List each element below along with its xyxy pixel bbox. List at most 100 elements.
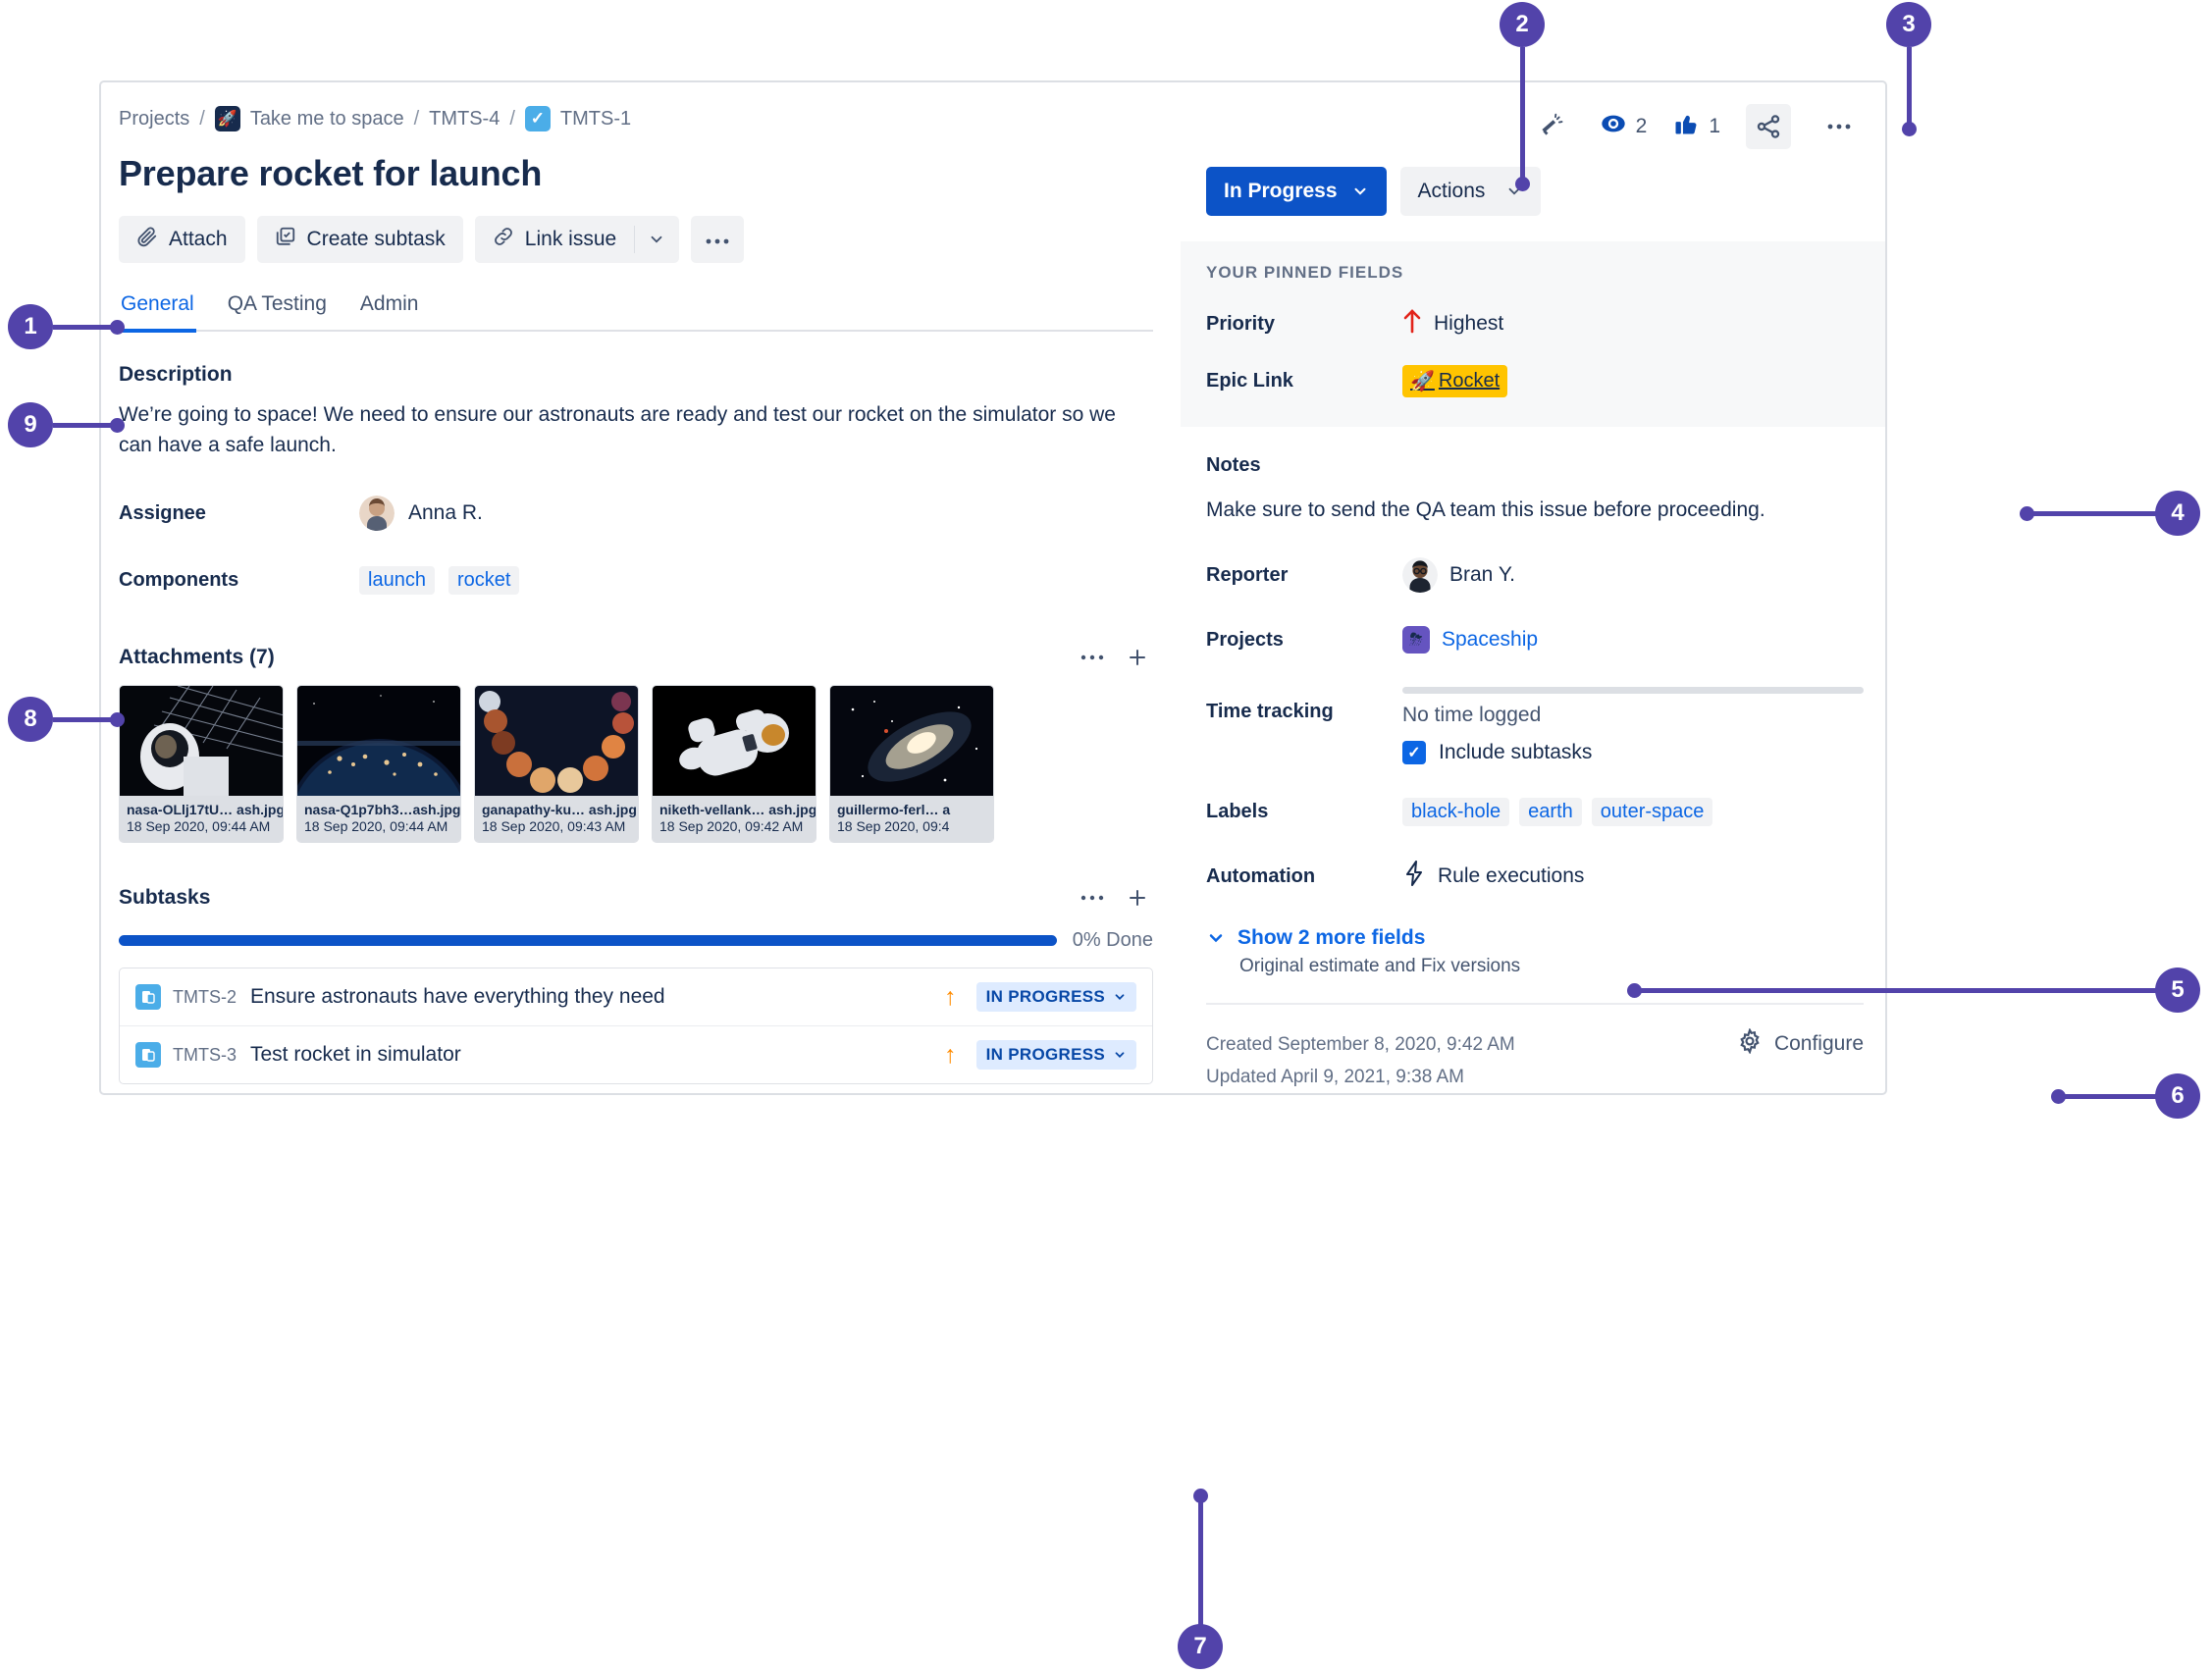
issue-detail-card: Projects / 🚀 Take me to space / TMTS-4 /… (99, 80, 1887, 1095)
tab-qa-testing[interactable]: QA Testing (226, 288, 329, 330)
attach-button-label: Attach (169, 228, 228, 250)
gear-icon (1737, 1027, 1763, 1060)
chevron-down-icon (1115, 994, 1125, 1001)
add-attachment-icon[interactable] (1126, 646, 1149, 669)
description-section: Description We’re going to space! We nee… (119, 363, 1153, 460)
time-tracking-value[interactable]: No time logged (1402, 704, 1864, 727)
table-row[interactable]: TMTS-2 Ensure astronauts have everything… (120, 968, 1152, 1025)
epic-link-value: Rocket (1438, 370, 1501, 392)
table-row[interactable]: TMTS-3 Test rocket in simulator ↑ IN PRO… (120, 1025, 1152, 1083)
attachment-thumbnail[interactable]: guillermo-ferl… a 18 Sep 2020, 09:4 (829, 685, 994, 844)
attachment-filename: niketh-vellank… ash.jpg (659, 802, 816, 818)
status-button[interactable]: In Progress (1206, 167, 1387, 216)
callout-anchor-dot (1193, 1489, 1208, 1503)
attachment-preview-image (653, 686, 816, 797)
label-chip[interactable]: black-hole (1402, 798, 1510, 826)
attachment-thumbnail[interactable]: ganapathy-ku… ash.jpg 18 Sep 2020, 09:43… (474, 685, 639, 844)
attachments-more-icon[interactable] (1080, 654, 1104, 661)
epic-link-label: Epic Link (1206, 370, 1293, 392)
time-tracking-value-group: No time logged ✓ Include subtasks (1402, 687, 1864, 764)
breadcrumb-parent-key[interactable]: TMTS-4 (429, 108, 500, 131)
show-more-fields-button[interactable]: Show 2 more fields (1206, 926, 1864, 950)
callout-badge-number: 8 (8, 697, 53, 742)
status-badge-label: IN PROGRESS (985, 987, 1105, 1007)
sidebar-footer: Created September 8, 2020, 9:42 AM Updat… (1181, 1005, 1885, 1093)
task-type-icon: ✓ (524, 106, 551, 131)
chevron-down-icon[interactable] (634, 216, 679, 263)
attachment-meta: guillermo-ferl… a 18 Sep 2020, 09:4 (830, 796, 993, 843)
attachment-filename: nasa-OLlj17tU… ash.jpg (127, 802, 284, 818)
status-badge[interactable]: IN PROGRESS (975, 982, 1136, 1013)
attachment-thumbnail[interactable]: nasa-Q1p7bh3…ash.jpg 18 Sep 2020, 09:44 … (296, 685, 461, 844)
breadcrumb-projects[interactable]: Projects (119, 108, 189, 131)
attachment-filename: ganapathy-ku… ash.jpg (482, 802, 637, 818)
votes-control[interactable]: 1 (1672, 110, 1720, 143)
components-field: Components launch rocket (119, 566, 1153, 596)
status-and-actions: In Progress Actions (1181, 149, 1885, 216)
automation-value-group[interactable]: Rule executions (1402, 860, 1584, 893)
timestamps: Created September 8, 2020, 9:42 AM Updat… (1206, 1028, 1515, 1093)
megaphone-icon[interactable] (1529, 104, 1574, 149)
more-actions-button[interactable] (691, 216, 745, 263)
issue-sidebar-column: 2 1 In Progress Actions YOUR PINNED FIEL… (1181, 82, 1885, 1093)
subtask-type-icon (135, 1042, 161, 1069)
share-icon[interactable] (1746, 104, 1791, 149)
notes-value[interactable]: Make sure to send the QA team this issue… (1206, 498, 1864, 522)
attachment-filename: guillermo-ferl… a (837, 802, 951, 818)
spaceship-project-icon: ⛈ (1402, 626, 1430, 654)
sidebar-top-icons: 2 1 (1181, 82, 1885, 149)
watchers-control[interactable]: 2 (1600, 110, 1647, 143)
show-more-fields-label: Show 2 more fields (1238, 926, 1426, 949)
description-text[interactable]: We’re going to space! We need to ensure … (119, 399, 1153, 460)
tab-admin[interactable]: Admin (358, 288, 421, 330)
assignee-label: Assignee (119, 501, 206, 524)
configure-button[interactable]: Configure (1737, 1027, 1864, 1060)
add-subtask-icon[interactable] (1126, 886, 1149, 910)
component-chip[interactable]: rocket (448, 566, 520, 596)
subtasks-list: TMTS-2 Ensure astronauts have everything… (119, 968, 1153, 1085)
label-chip[interactable]: outer-space (1591, 798, 1713, 826)
priority-label: Priority (1206, 312, 1276, 335)
priority-value: Highest (1434, 312, 1504, 335)
subtask-key[interactable]: TMTS-3 (173, 1045, 237, 1066)
tab-general[interactable]: General (119, 288, 196, 333)
epic-link-field: Epic Link 🚀 Rocket (1206, 365, 1864, 397)
issue-tabs: General QA Testing Admin (119, 288, 1153, 333)
issue-action-toolbar: Attach Create subtask Link issue (119, 216, 1153, 263)
status-badge[interactable]: IN PROGRESS (975, 1040, 1136, 1071)
callout-anchor-dot (1902, 122, 1917, 136)
component-chip[interactable]: launch (359, 566, 435, 596)
label-chip[interactable]: earth (1519, 798, 1582, 826)
assignee-value-group[interactable]: Anna R. (359, 496, 483, 532)
projects-field: Projects ⛈ Spaceship (1206, 626, 1864, 654)
include-subtasks-checkbox[interactable]: ✓ (1402, 741, 1426, 764)
breadcrumb-issue-key[interactable]: TMTS-1 (560, 108, 631, 131)
attachment-date: 18 Sep 2020, 09:44 AM (127, 818, 271, 835)
priority-value-group[interactable]: Highest (1402, 308, 1503, 340)
attachments-tools (1080, 646, 1149, 669)
epic-link-chip[interactable]: 🚀 Rocket (1402, 365, 1508, 397)
reporter-value-group[interactable]: Bran Y. (1402, 557, 1515, 593)
attachments-strip[interactable]: nasa-OLlj17tU… ash.jpg 18 Sep 2020, 09:4… (119, 685, 1159, 844)
subtask-summary[interactable]: Ensure astronauts have everything they n… (250, 985, 944, 1009)
attachment-thumbnail[interactable]: niketh-vellank… ash.jpg 18 Sep 2020, 09:… (652, 685, 816, 844)
link-issue-button[interactable]: Link issue (474, 216, 635, 263)
attachment-thumbnail[interactable]: nasa-OLlj17tU… ash.jpg 18 Sep 2020, 09:4… (119, 685, 284, 844)
breadcrumb: Projects / 🚀 Take me to space / TMTS-4 /… (115, 106, 1153, 131)
attachments-heading: Attachments (7) (119, 646, 275, 669)
subtasks-more-icon[interactable] (1080, 894, 1104, 902)
callout-anchor-dot (110, 418, 125, 433)
priority-field: Priority Highest (1206, 308, 1864, 340)
configure-label: Configure (1773, 1032, 1864, 1055)
subtask-summary[interactable]: Test rocket in simulator (250, 1043, 944, 1067)
subtask-key[interactable]: TMTS-2 (173, 987, 237, 1008)
attach-button[interactable]: Attach (119, 216, 245, 263)
create-subtask-button[interactable]: Create subtask (256, 216, 463, 263)
chevron-down-icon (1354, 187, 1366, 195)
projects-value[interactable]: Spaceship (1442, 628, 1538, 652)
attachment-preview-image (297, 686, 460, 797)
subtasks-header: Subtasks (119, 886, 1149, 910)
callout-badge-number: 3 (1886, 2, 1931, 47)
breadcrumb-project-name[interactable]: Take me to space (250, 108, 404, 131)
sidebar-more-icon[interactable] (1817, 104, 1862, 149)
